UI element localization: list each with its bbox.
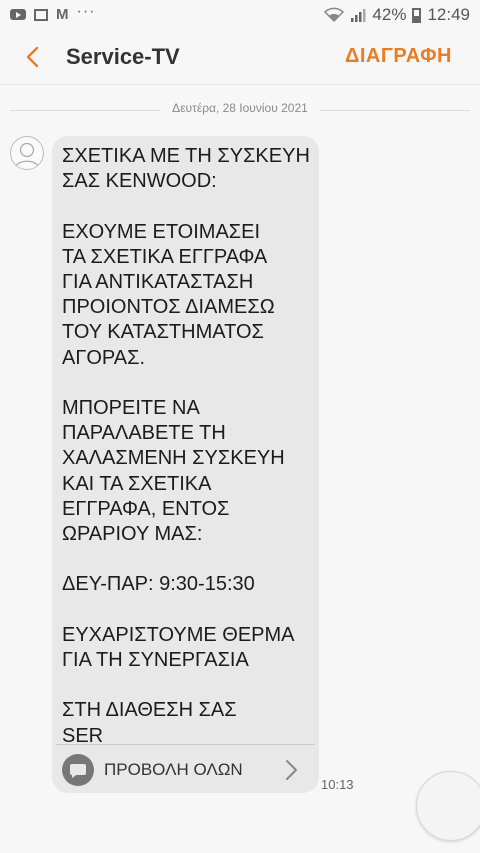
battery-icon xyxy=(412,7,422,23)
floating-action-button[interactable] xyxy=(416,771,480,841)
delete-button[interactable]: ΔΙΑΓΡΑΦΗ xyxy=(345,45,452,68)
message-text: ΣΧΕΤΙΚΑ ΜΕ ΤΗ ΣΥΣΚΕΥΗ ΣΑΣ KENWOOD: ΕΧΟΥΜ… xyxy=(62,145,310,747)
more-dots-icon: ··· xyxy=(76,2,96,20)
avatar[interactable] xyxy=(10,136,44,170)
conversation-header: Service-TV ΔΙΑΓΡΑΦΗ xyxy=(0,30,480,85)
status-bar: M ··· 42% 12:49 xyxy=(0,0,480,30)
wifi-icon xyxy=(324,7,345,23)
view-all-button[interactable]: ΠΡΟΒΟΛΗ ΟΛΩΝ xyxy=(52,745,319,793)
battery-percentage: 42% xyxy=(372,5,407,24)
date-divider: Δευτέρα, 28 Ιουνίου 2021 xyxy=(0,101,480,119)
message-bubble[interactable]: ΣΧΕΤΙΚΑ ΜΕ ΤΗ ΣΥΣΚΕΥΗ ΣΑΣ KENWOOD: ΕΧΟΥΜ… xyxy=(52,136,319,793)
person-icon xyxy=(14,142,40,169)
conversation-title: Service-TV xyxy=(66,44,180,69)
message-icon xyxy=(62,754,94,786)
news-icon xyxy=(34,8,48,21)
back-arrow-icon[interactable] xyxy=(22,44,46,70)
message-timestamp: 10:13 xyxy=(321,777,354,792)
notification-icons: M ··· xyxy=(10,2,96,23)
clock: 12:49 xyxy=(427,5,470,24)
view-all-label: ΠΡΟΒΟΛΗ ΟΛΩΝ xyxy=(104,760,243,779)
divider-line xyxy=(320,110,470,111)
date-label: Δευτέρα, 28 Ιουνίου 2021 xyxy=(172,101,308,115)
system-indicators: 42% 12:49 xyxy=(324,5,470,25)
signal-icon xyxy=(351,9,366,22)
youtube-icon xyxy=(10,9,26,20)
gmail-icon: M xyxy=(56,6,69,23)
chevron-right-icon xyxy=(286,760,297,780)
